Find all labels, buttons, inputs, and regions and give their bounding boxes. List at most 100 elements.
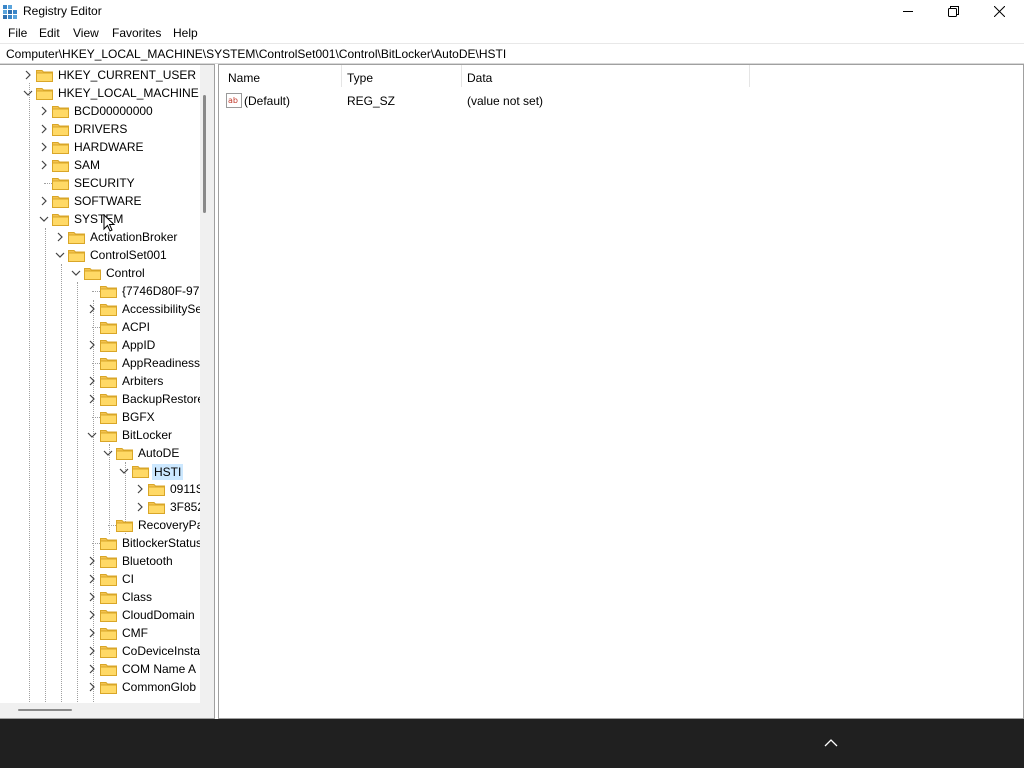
taskbar (0, 719, 1024, 768)
chevron-right-icon[interactable] (87, 376, 97, 386)
tree-node-7746d80f-97e[interactable]: {7746D80F-97E (0, 282, 207, 300)
tree-horizontal-scrollbar[interactable] (0, 703, 200, 718)
tree-guide-line (108, 525, 116, 526)
tree-node-hardware[interactable]: HARDWARE (0, 138, 200, 156)
chevron-up-icon[interactable] (824, 738, 838, 748)
chevron-right-icon[interactable] (39, 196, 49, 206)
chevron-right-icon[interactable] (135, 502, 145, 512)
tree-node-controlset001[interactable]: ControlSet001 (0, 246, 200, 264)
value-row[interactable]: ab (Default) REG_SZ (value not set) (219, 91, 999, 111)
column-header-data[interactable]: Data (467, 71, 492, 85)
menu-file[interactable]: File (8, 26, 27, 40)
chevron-right-icon[interactable] (87, 340, 97, 350)
tree-node-autode[interactable]: AutoDE (0, 444, 200, 462)
chevron-right-icon[interactable] (39, 142, 49, 152)
tree-node-3f852[interactable]: 3F852 (0, 498, 204, 516)
chevron-right-icon[interactable] (23, 70, 33, 80)
tree-node-security[interactable]: SECURITY (0, 174, 200, 192)
tree-node-arbiters[interactable]: Arbiters (0, 372, 200, 390)
chevron-right-icon[interactable] (87, 664, 97, 674)
tree-node-backuprestore[interactable]: BackupRestore (0, 390, 204, 408)
tree-node-hsti[interactable]: HSTI (0, 462, 200, 480)
tree-node-hkey-local-machine[interactable]: HKEY_LOCAL_MACHINE (0, 84, 200, 102)
tree-horizontal-scroll-thumb[interactable] (18, 709, 72, 711)
chevron-right-icon[interactable] (39, 106, 49, 116)
menu-help[interactable]: Help (173, 26, 198, 40)
tree-node-activationbroker[interactable]: ActivationBroker (0, 228, 200, 246)
string-value-icon: ab (226, 93, 242, 108)
column-divider[interactable] (341, 65, 342, 87)
chevron-down-icon[interactable] (39, 214, 49, 224)
value-type: REG_SZ (347, 94, 396, 108)
tree-node-com-name-a[interactable]: COM Name A (0, 660, 200, 678)
chevron-down-icon[interactable] (119, 466, 129, 476)
tree-node-sam[interactable]: SAM (0, 156, 200, 174)
chevron-right-icon[interactable] (87, 682, 97, 692)
restore-button[interactable] (930, 0, 976, 22)
tree-node-system[interactable]: SYSTEM (0, 210, 200, 228)
folder-icon (36, 88, 53, 100)
column-header-name[interactable]: Name (228, 71, 260, 85)
chevron-right-icon[interactable] (135, 484, 145, 494)
chevron-down-icon[interactable] (71, 268, 81, 278)
folder-icon (100, 430, 117, 442)
tree-node-ci[interactable]: CI (0, 570, 200, 588)
column-divider[interactable] (749, 65, 750, 87)
chevron-down-icon[interactable] (23, 88, 33, 98)
tree-node-commonglob[interactable]: CommonGlob (0, 678, 200, 696)
tree-node-control[interactable]: Control (0, 264, 200, 282)
tree-node-bgfx[interactable]: BGFX (0, 408, 200, 426)
tree-vertical-scroll-thumb[interactable] (203, 95, 206, 213)
chevron-right-icon[interactable] (87, 556, 97, 566)
chevron-right-icon[interactable] (87, 394, 97, 404)
column-divider[interactable] (461, 65, 462, 87)
tree-node-acpi[interactable]: ACPI (0, 318, 200, 336)
tree-node-bitlocker[interactable]: BitLocker (0, 426, 200, 444)
tree-node-software[interactable]: SOFTWARE (0, 192, 200, 210)
tree-guide-line (92, 543, 100, 544)
tree-node-clouddomain[interactable]: CloudDomain (0, 606, 200, 624)
tree-node-bluetooth[interactable]: Bluetooth (0, 552, 200, 570)
folder-icon (116, 448, 133, 460)
tree-node-label: ACPI (122, 320, 151, 334)
folder-icon (100, 574, 117, 586)
tree-node-accessibilityse[interactable]: AccessibilitySe (0, 300, 202, 318)
chevron-right-icon[interactable] (87, 592, 97, 602)
chevron-right-icon[interactable] (87, 574, 97, 584)
folder-icon (100, 646, 117, 658)
tree-node-cmf[interactable]: CMF (0, 624, 200, 642)
chevron-down-icon[interactable] (103, 448, 113, 458)
tree-node-class[interactable]: Class (0, 588, 200, 606)
values-pane[interactable]: Name Type Data ab (Default) REG_SZ (valu… (218, 64, 1024, 719)
tree-node-codeviceinsta[interactable]: CoDeviceInsta (0, 642, 200, 660)
close-button[interactable] (976, 0, 1022, 22)
value-name: (Default) (244, 94, 291, 108)
chevron-right-icon[interactable] (87, 304, 97, 314)
chevron-right-icon[interactable] (39, 124, 49, 134)
chevron-down-icon[interactable] (87, 430, 97, 440)
folder-icon (52, 196, 69, 208)
tree-node-label: HKEY_LOCAL_MACHINE (58, 86, 199, 100)
tree-node-bcd00000000[interactable]: BCD00000000 (0, 102, 200, 120)
tree-node-bitlockerstatus[interactable]: BitlockerStatus (0, 534, 202, 552)
chevron-right-icon[interactable] (87, 628, 97, 638)
chevron-right-icon[interactable] (55, 232, 65, 242)
key-tree-pane[interactable]: HKEY_CURRENT_USER HKEY_LOCAL_MACHINE BCD00… (0, 64, 215, 719)
address-path[interactable]: Computer\HKEY_LOCAL_MACHINE\SYSTEM\Contr… (6, 47, 506, 61)
address-bar[interactable]: Computer\HKEY_LOCAL_MACHINE\SYSTEM\Contr… (0, 43, 1024, 64)
menu-edit[interactable]: Edit (39, 26, 60, 40)
menu-favorites[interactable]: Favorites (112, 26, 161, 40)
column-header-type[interactable]: Type (347, 71, 373, 85)
tree-node-appreadiness[interactable]: AppReadiness (0, 354, 200, 372)
chevron-right-icon[interactable] (87, 646, 97, 656)
tree-node-hkey-current-user[interactable]: HKEY_CURRENT_USER (0, 66, 200, 84)
tree-node-0911s[interactable]: 0911S (0, 480, 204, 498)
menu-view[interactable]: View (73, 26, 99, 40)
chevron-right-icon[interactable] (39, 160, 49, 170)
tree-node-recoverypa[interactable]: RecoveryPa (0, 516, 203, 534)
tree-node-appid[interactable]: AppID (0, 336, 200, 354)
tree-node-drivers[interactable]: DRIVERS (0, 120, 200, 138)
chevron-down-icon[interactable] (55, 250, 65, 260)
chevron-right-icon[interactable] (87, 610, 97, 620)
minimize-button[interactable] (885, 0, 931, 22)
